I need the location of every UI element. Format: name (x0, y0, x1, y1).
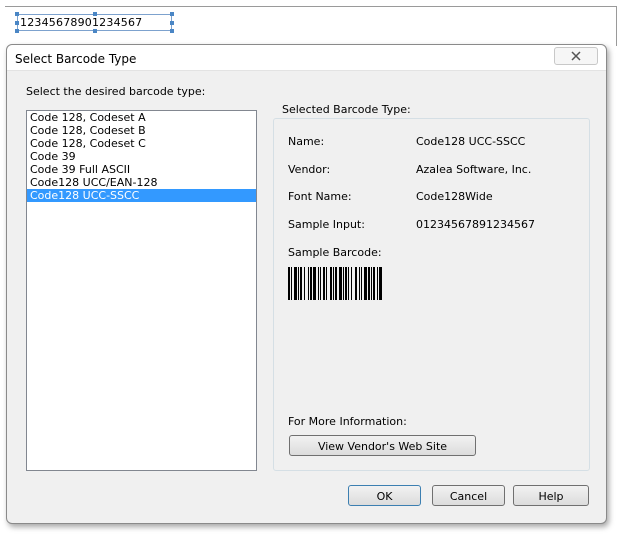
list-item[interactable]: Code128 UCC/EAN-128 (27, 176, 256, 189)
barcode-bar (335, 267, 337, 300)
barcode-bar (304, 267, 305, 300)
ok-button[interactable]: OK (348, 485, 421, 506)
barcode-bar (288, 267, 290, 300)
barcode-bar (343, 267, 344, 300)
resize-handle[interactable] (170, 21, 174, 25)
barcode-bar (345, 267, 347, 300)
barcode-bar (298, 267, 299, 300)
barcode-bar (310, 267, 312, 300)
barcode-bar (291, 267, 292, 300)
list-item[interactable]: Code 128, Codeset A (27, 111, 256, 124)
barcode-bar (318, 267, 319, 300)
resize-handle[interactable] (15, 21, 19, 25)
cancel-button[interactable]: Cancel (432, 485, 505, 506)
resize-handle[interactable] (170, 12, 174, 16)
barcode-bar (351, 267, 352, 300)
barcode-bar (379, 267, 382, 300)
resize-handle[interactable] (93, 12, 97, 16)
resize-handle[interactable] (15, 12, 19, 16)
barcode-bar (333, 267, 334, 300)
barcode-bar (368, 267, 370, 300)
help-button[interactable]: Help (513, 485, 589, 506)
view-vendor-site-button[interactable]: View Vendor's Web Site (289, 435, 476, 456)
barcode-type-list[interactable]: Code 128, Codeset A Code 128, Codeset B … (26, 110, 257, 471)
select-barcode-dialog: Select Barcode Type Select the desired b… (6, 44, 607, 524)
barcode-bar (377, 267, 378, 300)
close-button[interactable] (554, 47, 598, 65)
list-item[interactable]: Code 39 (27, 150, 256, 163)
barcode-bar (300, 267, 302, 300)
list-item[interactable]: Code 128, Codeset C (27, 137, 256, 150)
list-item-selected[interactable]: Code128 UCC-SSCC (27, 189, 256, 202)
sample-input-value: 01234567891234567 (416, 218, 535, 231)
font-name-value: Code128Wide (416, 190, 493, 203)
vendor-value: Azalea Software, Inc. (416, 163, 532, 176)
dialog-titlebar[interactable]: Select Barcode Type (7, 45, 606, 71)
barcode-bar (313, 267, 316, 300)
group-title: Selected Barcode Type: (279, 103, 414, 116)
sample-barcode-label: Sample Barcode: (288, 246, 382, 259)
sample-input-label: Sample Input: (288, 218, 365, 231)
dialog-content: Select the desired barcode type: Code 12… (7, 71, 606, 523)
barcode-bar (373, 267, 375, 300)
name-value: Code128 UCC-SSCC (416, 135, 526, 148)
sample-barcode-image (288, 267, 382, 300)
barcode-bar (371, 267, 372, 300)
barcode-type-prompt: Select the desired barcode type: (26, 85, 206, 98)
barcode-bar (348, 267, 349, 300)
barcode-bar (294, 267, 297, 300)
barcode-bar (364, 267, 367, 300)
barcode-bar (320, 267, 321, 300)
name-label: Name: (288, 135, 325, 148)
close-icon (571, 51, 581, 61)
barcode-bar (339, 267, 342, 300)
more-info-label: For More Information: (288, 415, 407, 428)
barcode-bar (330, 267, 332, 300)
barcode-bar (361, 267, 362, 300)
barcode-bar (323, 267, 325, 300)
font-name-label: Font Name: (288, 190, 352, 203)
resize-handle[interactable] (170, 29, 174, 33)
resize-handle[interactable] (15, 29, 19, 33)
vendor-label: Vendor: (288, 163, 331, 176)
barcode-bar (355, 267, 357, 300)
barcode-bar (359, 267, 360, 300)
list-item[interactable]: Code 39 Full ASCII (27, 163, 256, 176)
resize-handle[interactable] (93, 29, 97, 33)
barcode-bar (308, 267, 309, 300)
barcode-bar (326, 267, 327, 300)
list-item[interactable]: Code 128, Codeset B (27, 124, 256, 137)
dialog-title: Select Barcode Type (15, 52, 137, 66)
